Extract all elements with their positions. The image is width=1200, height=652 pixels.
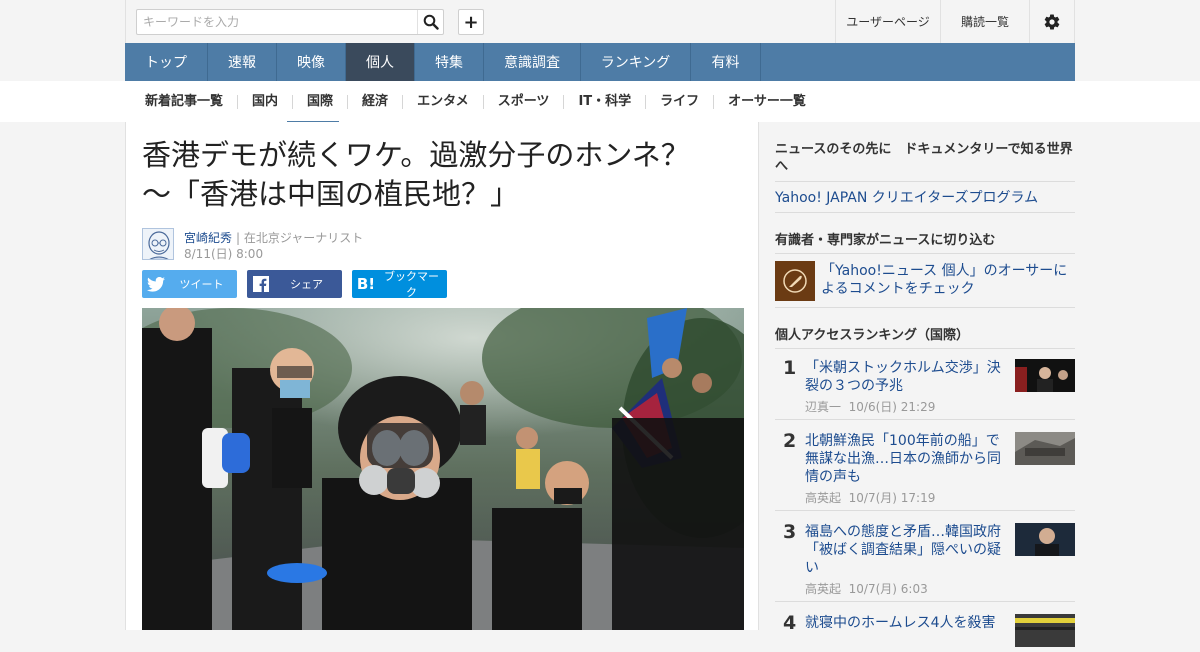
search-input[interactable] — [137, 10, 419, 34]
main-nav-item-individual[interactable]: 個人 — [346, 43, 415, 81]
ranking-date: 10/7(月) 6:03 — [848, 582, 928, 596]
quill-icon — [783, 269, 807, 293]
ranking-thumbnail-image — [1015, 359, 1075, 392]
article-title-line2: ～「香港は中国の植民地？」 — [142, 177, 520, 211]
main-nav-item-survey[interactable]: 意識調査 — [484, 43, 581, 81]
settings-button[interactable] — [1029, 0, 1074, 43]
ranking-author: 高英起 — [805, 491, 842, 505]
ranking-number: 4 — [783, 612, 797, 634]
sub-nav-item-authors[interactable]: オーサー一覧 — [713, 94, 820, 109]
creators-program-link[interactable]: Yahoo! JAPAN クリエイターズプログラム — [775, 187, 1038, 207]
article-date: 8/11(日) 8:00 — [184, 247, 264, 261]
divider — [775, 212, 1075, 213]
user-page-link[interactable]: ユーザーページ — [835, 0, 940, 43]
ranking-item[interactable]: 3 福島への態度と矛盾…韓国政府「被ばく調査結果」隠ぺいの疑い 高英起 10/7… — [775, 521, 1075, 599]
main-nav-item-breaking[interactable]: 速報 — [208, 43, 277, 81]
sub-nav-item-domestic[interactable]: 国内 — [237, 94, 292, 109]
article-title-line1: 香港デモが続くワケ。過激分子のホンネ？ — [142, 138, 690, 172]
ranking-item[interactable]: 4 就寝中のホームレス4人を殺害 — [775, 612, 1075, 652]
hatena-bookmark-icon: B! — [356, 275, 376, 293]
ranking-item[interactable]: 1 「米朝ストックホルム交渉」決裂の３つの予兆 辺真一 10/6(日) 21:2… — [775, 357, 1075, 417]
divider — [775, 419, 1075, 420]
tweet-label: ツイート — [179, 278, 224, 291]
sub-nav-item-international[interactable]: 国際 — [287, 94, 347, 124]
ranking-meta: 高英起 10/7(月) 6:03 — [805, 580, 928, 597]
ranking-thumbnail[interactable] — [1015, 432, 1075, 465]
ranking-author: 高英起 — [805, 582, 842, 596]
ranking-title-link[interactable]: 北朝鮮漁民「100年前の船」で無謀な出漁…日本の漁師から同情の声も — [805, 432, 1005, 486]
ranking-title-link[interactable]: 就寝中のホームレス4人を殺害 — [805, 614, 1005, 632]
ranking-author: 辺真一 — [805, 400, 842, 414]
facebook-icon — [247, 276, 275, 292]
ranking-date: 10/6(日) 21:29 — [848, 400, 936, 414]
ranking-item[interactable]: 2 北朝鮮漁民「100年前の船」で無謀な出漁…日本の漁師から同情の声も 高英起 … — [775, 430, 1075, 508]
ranking-title-link[interactable]: 福島への態度と矛盾…韓国政府「被ばく調査結果」隠ぺいの疑い — [805, 523, 1005, 577]
ranking-thumbnail[interactable] — [1015, 523, 1075, 556]
main-nav-item-ranking[interactable]: ランキング — [581, 43, 691, 81]
ranking-meta: 辺真一 10/6(日) 21:29 — [805, 398, 935, 415]
ranking-date: 10/7(月) 17:19 — [848, 491, 936, 505]
plus-icon: + — [463, 11, 479, 33]
ranking-thumbnail[interactable] — [1015, 359, 1075, 392]
protest-photo-image — [142, 308, 744, 630]
sub-nav-item-latest[interactable]: 新着記事一覧 — [145, 94, 237, 109]
sub-nav-item-it-science[interactable]: IT・科学 — [563, 94, 645, 109]
main-nav-item-paid[interactable]: 有料 — [691, 43, 761, 81]
facebook-share-label: シェア — [290, 278, 323, 291]
sub-nav-item-economy[interactable]: 経済 — [347, 94, 402, 109]
article: 香港デモが続くワケ。過激分子のホンネ？ ～「香港は中国の植民地？」 宮崎紀秀 | … — [125, 122, 759, 630]
divider — [775, 253, 1075, 254]
sidebar: ニュースのその先に ドキュメンタリーで知る世界へ Yahoo! JAPAN クリ… — [759, 122, 1075, 647]
main-nav-item-feature[interactable]: 特集 — [415, 43, 484, 81]
tweet-button[interactable]: ツイート — [142, 270, 237, 298]
author-avatar[interactable] — [142, 228, 174, 260]
search-icon — [423, 14, 439, 30]
sub-nav-item-entertainment[interactable]: エンタメ — [402, 94, 483, 109]
ranking-thumbnail-image — [1015, 523, 1075, 556]
top-bar: + ユーザーページ 購読一覧 — [0, 0, 1200, 43]
article-title: 香港デモが続くワケ。過激分子のホンネ？ ～「香港は中国の植民地？」 — [142, 136, 742, 214]
ranking-meta: 高英起 10/7(月) 17:19 — [805, 489, 935, 506]
sub-nav: 新着記事一覧 国内 国際 経済 エンタメ スポーツ IT・科学 ライフ オーサー… — [145, 81, 820, 124]
documentary-section-title: ニュースのその先に ドキュメンタリーで知る世界へ — [775, 142, 1073, 174]
news-individual-promo-link[interactable]: 「Yahoo!ニュース 個人」のオーサーによるコメントをチェック — [821, 262, 1071, 298]
divider — [775, 181, 1075, 182]
sub-nav-item-life[interactable]: ライフ — [645, 94, 713, 109]
divider — [775, 348, 1075, 349]
search-button[interactable] — [417, 10, 443, 34]
divider — [775, 510, 1075, 511]
main-nav: トップ 速報 映像 個人 特集 意識調査 ランキング 有料 — [125, 43, 1075, 81]
news-individual-logo[interactable] — [775, 261, 815, 301]
hatena-bookmark-label: ブックマーク — [384, 270, 439, 299]
ranking-number: 1 — [783, 357, 797, 379]
experts-section-title: 有識者・専門家がニュースに切り込む — [775, 233, 996, 248]
author-portrait-icon — [143, 229, 173, 259]
author-name[interactable]: 宮崎紀秀 — [184, 231, 232, 245]
main-nav-item-video[interactable]: 映像 — [277, 43, 346, 81]
gear-icon — [1044, 13, 1060, 30]
author-role: | 在北京ジャーナリスト — [236, 231, 364, 245]
divider — [775, 307, 1075, 308]
search-box — [136, 9, 444, 35]
facebook-share-button[interactable]: シェア — [247, 270, 342, 298]
subscriptions-link[interactable]: 購読一覧 — [940, 0, 1029, 43]
top-bar-inner: + ユーザーページ 購読一覧 — [125, 0, 1075, 43]
ranking-number: 2 — [783, 430, 797, 452]
main-nav-item-top[interactable]: トップ — [125, 43, 208, 81]
article-photo — [142, 308, 744, 630]
twitter-bird-icon — [142, 276, 170, 292]
add-button[interactable]: + — [458, 9, 484, 35]
author-line: 宮崎紀秀 | 在北京ジャーナリスト — [184, 229, 363, 246]
top-links: ユーザーページ 購読一覧 — [835, 0, 1074, 43]
divider — [775, 601, 1075, 602]
ranking-thumbnail-image — [1015, 614, 1075, 647]
hatena-bookmark-button[interactable]: B! ブックマーク — [352, 270, 447, 299]
ranking-number: 3 — [783, 521, 797, 543]
ranking-title-link[interactable]: 「米朝ストックホルム交渉」決裂の３つの予兆 — [805, 359, 1005, 395]
ranking-thumbnail[interactable] — [1015, 614, 1075, 647]
sub-nav-item-sports[interactable]: スポーツ — [482, 94, 564, 109]
ranking-title: 個人アクセスランキング（国際） — [775, 328, 969, 343]
ranking-thumbnail-image — [1015, 432, 1075, 465]
